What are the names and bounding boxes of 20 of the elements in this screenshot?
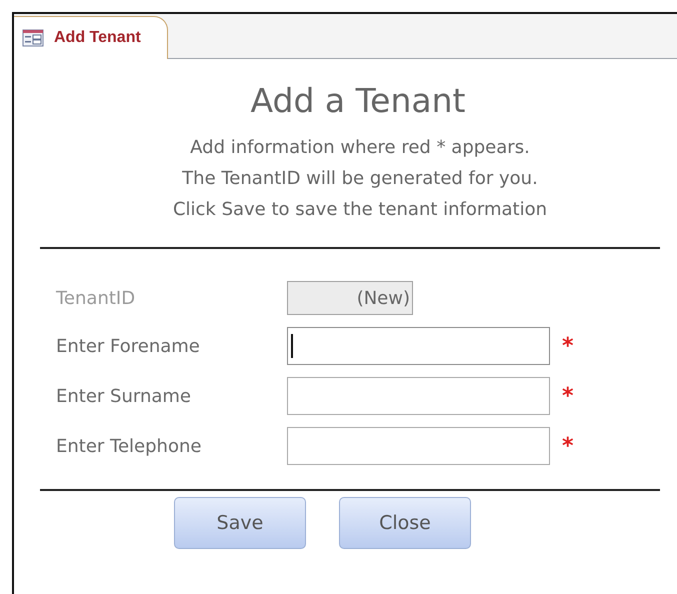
id-field: (New) — [287, 281, 413, 315]
close-button[interactable]: Close — [339, 497, 471, 549]
input-field[interactable] — [287, 427, 550, 465]
required-mark: * — [561, 384, 574, 408]
instruction-text: Add information where red * appears. — [190, 136, 530, 160]
text-cursor — [291, 334, 293, 358]
form-tab[interactable]: Add Tenant — [14, 16, 168, 59]
field-label: Enter Forename — [56, 336, 200, 356]
required-mark: * — [561, 434, 574, 458]
instruction-text: The TenantID will be generated for you. — [182, 167, 538, 191]
field-label: Enter Surname — [56, 386, 191, 406]
field-label: Enter Telephone — [56, 436, 202, 456]
form-icon — [22, 29, 44, 47]
required-mark: * — [561, 334, 574, 358]
save-button[interactable]: Save — [174, 497, 306, 549]
input-field[interactable] — [287, 327, 550, 365]
instruction-text: Click Save to save the tenant information — [172, 198, 548, 222]
form-title: Add a Tenant — [250, 81, 466, 120]
field-label: TenantID — [56, 288, 136, 308]
input-field[interactable] — [287, 377, 550, 415]
